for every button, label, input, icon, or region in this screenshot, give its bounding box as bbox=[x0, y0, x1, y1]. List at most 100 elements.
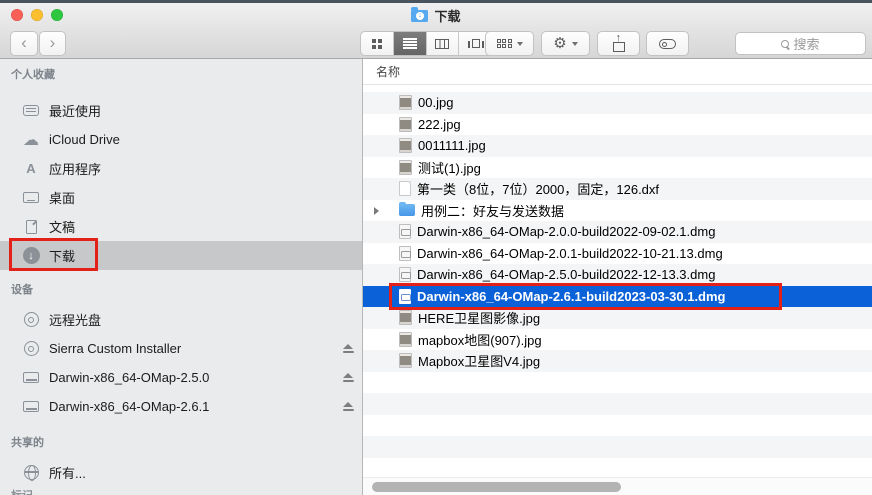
sidebar-item-label: Sierra Custom Installer bbox=[49, 341, 181, 356]
jpg-file-icon bbox=[399, 117, 412, 132]
file-row[interactable]: 0011111.jpg bbox=[363, 135, 872, 157]
file-name: 第一类（8位，7位）2000，固定，126.dxf bbox=[417, 179, 659, 198]
sidebar-item-sierra-custom-installer[interactable]: Sierra Custom Installer bbox=[0, 334, 362, 363]
tag-button[interactable] bbox=[646, 31, 689, 56]
file-row[interactable]: Darwin-x86_64-OMap-2.5.0-build2022-12-13… bbox=[363, 264, 872, 286]
sidebar-item-applications[interactable]: A 应用程序 bbox=[0, 154, 362, 183]
doc-file-icon bbox=[399, 181, 411, 196]
horizontal-scrollbar-thumb[interactable] bbox=[372, 482, 621, 492]
sidebar-item-all-shared[interactable]: 所有... bbox=[0, 458, 362, 487]
disc-icon bbox=[22, 340, 40, 358]
icon-view-icon bbox=[372, 39, 382, 49]
sidebar-item-darwin-omap-261[interactable]: Darwin-x86_64-OMap-2.6.1 bbox=[0, 392, 362, 421]
file-row[interactable]: 00.jpg bbox=[363, 92, 872, 114]
view-mode-segmented-control bbox=[360, 31, 493, 56]
column-view-button[interactable] bbox=[427, 32, 460, 55]
file-row[interactable]: mapbox地图(907).jpg bbox=[363, 329, 872, 351]
jpg-file-icon bbox=[399, 160, 412, 175]
globe-icon bbox=[22, 464, 40, 482]
file-row[interactable]: Mapbox卫星图V4.jpg bbox=[363, 350, 872, 372]
gear-icon: ⚙ bbox=[553, 36, 566, 51]
search-input[interactable]: 搜索 bbox=[735, 32, 866, 55]
share-button[interactable] bbox=[597, 31, 640, 56]
file-row[interactable]: 用例二：好友与发送数据 bbox=[363, 200, 872, 222]
empty-row bbox=[363, 458, 872, 480]
sidebar-item-documents[interactable]: 文稿 bbox=[0, 212, 362, 241]
sidebar-item-label: 文稿 bbox=[49, 217, 75, 236]
file-row[interactable]: 222.jpg bbox=[363, 114, 872, 136]
gallery-view-icon bbox=[472, 39, 480, 48]
eject-icon[interactable] bbox=[343, 402, 354, 411]
jpg-file-icon bbox=[399, 353, 412, 368]
jpg-file-icon bbox=[399, 95, 412, 110]
chevron-down-icon bbox=[517, 42, 523, 46]
forward-button[interactable]: › bbox=[39, 31, 66, 56]
sidebar-item-label: 所有... bbox=[49, 463, 86, 482]
drive-icon bbox=[22, 369, 40, 387]
sidebar-item-desktop[interactable]: 桌面 bbox=[0, 183, 362, 212]
sidebar-item-recents[interactable]: 最近使用 bbox=[0, 96, 362, 125]
dmg-file-icon bbox=[399, 267, 411, 282]
file-name: Mapbox卫星图V4.jpg bbox=[418, 351, 540, 370]
search-placeholder: 搜索 bbox=[793, 34, 819, 53]
tag-icon bbox=[659, 39, 676, 49]
back-button[interactable]: ‹ bbox=[10, 31, 38, 56]
file-list-pane: 名称 00.jpg 222.jpg 0011111.jpg测试(1).jpg 第一类（… bbox=[363, 59, 872, 495]
sidebar-item-darwin-omap-250[interactable]: Darwin-x86_64-OMap-2.5.0 bbox=[0, 363, 362, 392]
sidebar-section-label: 个人收藏 bbox=[0, 66, 362, 82]
main-area: 个人收藏最近使用 ☁iCloud Drive A 应用程序桌面文稿 ↓下载设备远程光盘 S… bbox=[0, 59, 872, 495]
column-view-icon bbox=[435, 39, 449, 49]
disclosure-triangle-icon[interactable] bbox=[374, 207, 379, 215]
file-name: 00.jpg bbox=[418, 95, 453, 110]
sidebar-section-label-tags: 标记 bbox=[11, 487, 33, 495]
file-row[interactable]: HERE卫星图影像.jpg bbox=[363, 307, 872, 329]
dmg-file-icon bbox=[399, 246, 411, 261]
sidebar-section: 共享的所有... bbox=[0, 434, 362, 487]
titlebar: 下载 bbox=[0, 7, 872, 24]
empty-row bbox=[363, 415, 872, 437]
sidebar-item-remote-disc[interactable]: 远程光盘 bbox=[0, 305, 362, 334]
name-column-header[interactable]: 名称 bbox=[363, 63, 400, 80]
empty-row bbox=[363, 393, 872, 415]
documents-icon bbox=[22, 218, 40, 236]
jpg-file-icon bbox=[399, 332, 412, 347]
file-name: Darwin-x86_64-OMap-2.0.1-build2022-10-21… bbox=[417, 246, 723, 261]
applications-icon: A bbox=[22, 160, 40, 178]
sidebar-section-label: 设备 bbox=[0, 281, 362, 297]
icon-view-button[interactable] bbox=[361, 32, 394, 55]
horizontal-scrollbar bbox=[363, 477, 872, 495]
cloud-icon: ☁ bbox=[22, 131, 40, 149]
action-menu-button[interactable]: ⚙ bbox=[541, 31, 590, 56]
desktop-icon bbox=[22, 189, 40, 207]
sidebar-section-label: 共享的 bbox=[0, 434, 362, 450]
group-grid-icon bbox=[497, 39, 512, 48]
disc-icon bbox=[22, 311, 40, 329]
file-name: Darwin-x86_64-OMap-2.6.1-build2023-03-30… bbox=[417, 289, 726, 304]
file-name: 测试(1).jpg bbox=[418, 158, 481, 177]
file-row[interactable]: Darwin-x86_64-OMap-2.0.0-build2022-09-02… bbox=[363, 221, 872, 243]
sidebar-item-label: Darwin-x86_64-OMap-2.6.1 bbox=[49, 399, 209, 414]
sidebar: 个人收藏最近使用 ☁iCloud Drive A 应用程序桌面文稿 ↓下载设备远程光盘 S… bbox=[0, 59, 363, 495]
sidebar-item-label: 最近使用 bbox=[49, 101, 101, 120]
downloads-folder-proxy-icon[interactable] bbox=[411, 10, 428, 22]
sidebar-item-downloads[interactable]: ↓下载 bbox=[0, 241, 362, 270]
file-rows: 00.jpg 222.jpg 0011111.jpg测试(1).jpg 第一类（8位，… bbox=[363, 92, 872, 495]
search-icon bbox=[781, 40, 789, 48]
empty-row bbox=[363, 372, 872, 394]
list-view-button[interactable] bbox=[394, 32, 427, 55]
group-by-button[interactable] bbox=[485, 31, 534, 56]
dmg-file-icon bbox=[399, 289, 411, 304]
file-row[interactable]: Darwin-x86_64-OMap-2.0.1-build2022-10-21… bbox=[363, 243, 872, 265]
file-row[interactable]: 第一类（8位，7位）2000，固定，126.dxf bbox=[363, 178, 872, 200]
drive-icon bbox=[22, 398, 40, 416]
download-icon: ↓ bbox=[22, 247, 40, 265]
eject-icon[interactable] bbox=[343, 373, 354, 382]
file-name: mapbox地图(907).jpg bbox=[418, 330, 542, 349]
file-row[interactable]: 测试(1).jpg bbox=[363, 157, 872, 179]
sidebar-item-label: 应用程序 bbox=[49, 159, 101, 178]
sidebar-item-icloud-drive[interactable]: ☁iCloud Drive bbox=[0, 125, 362, 154]
file-row[interactable]: Darwin-x86_64-OMap-2.6.1-build2023-03-30… bbox=[363, 286, 872, 308]
file-name: HERE卫星图影像.jpg bbox=[418, 308, 540, 327]
eject-icon[interactable] bbox=[343, 344, 354, 353]
file-name: 222.jpg bbox=[418, 117, 461, 132]
